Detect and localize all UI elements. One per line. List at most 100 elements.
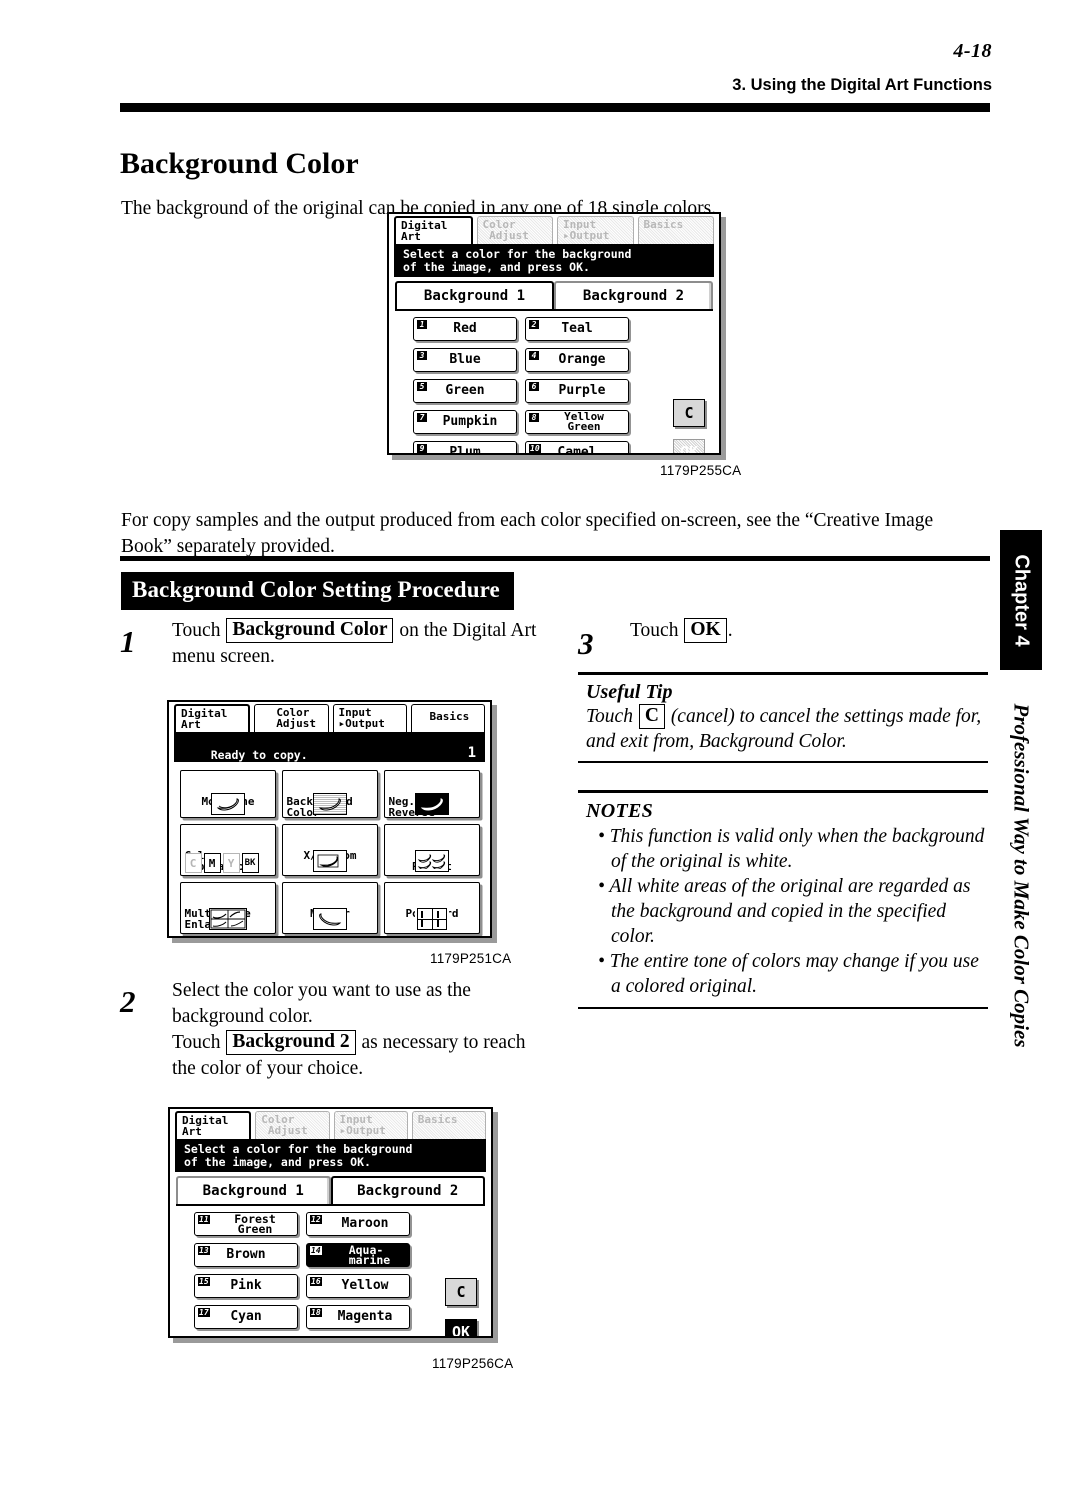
color-number-badge: 15 (198, 1277, 210, 1286)
color-button-purple[interactable]: 6 Purple (525, 379, 629, 403)
tab-color-adjust[interactable]: Color Adjust (254, 704, 329, 732)
color-number-badge: 1 (417, 320, 427, 329)
color-button-blue[interactable]: 3 Blue (413, 348, 517, 372)
page-title: Background Color (120, 147, 359, 181)
digital-art-menu-grid: Monotone Background Color Neg.↔Pos. Reve… (169, 762, 490, 936)
keycap-background-color[interactable]: Background Color (226, 618, 394, 643)
subtab-background-2[interactable]: Background 2 (554, 281, 713, 309)
color-button-maroon[interactable]: 12 Maroon (306, 1212, 410, 1236)
menu-button-neg-pos-reverse[interactable]: Neg.↔Pos. Reverse (383, 770, 480, 818)
subtab-background-2[interactable]: Background 2 (330, 1176, 485, 1204)
cancel-key[interactable]: C (673, 399, 705, 427)
tab-digital-art[interactable]: Digital Art (175, 1111, 252, 1139)
cancel-key[interactable]: C (445, 1278, 477, 1306)
tab-basics[interactable]: Basics (410, 704, 485, 732)
tab-color-adjust[interactable]: Color Adjust (255, 1111, 330, 1139)
tab-input-output[interactable]: Input ▸Output (332, 704, 407, 732)
step-2-body: Select the color you want to use as the … (172, 978, 545, 1082)
menu-button-color-separation[interactable]: Color Separation C M Y BK (179, 824, 276, 876)
tab-basics[interactable]: Basics (411, 1111, 486, 1139)
color-label: Green (445, 383, 485, 398)
menu-button-image-repeat[interactable]: Image Repeat (383, 824, 480, 876)
subtab-background-2-label: Background 2 (357, 1183, 459, 1199)
cancel-key-label: C (684, 404, 694, 422)
tab-input-output-label: Input ▸Output (338, 706, 385, 730)
color-button-columns: 1 Red 3 Blue 5 Green 7 Pumpkin 9 Plum 2 Teal 4… (401, 317, 707, 455)
step-1-body: Touch Background Color on the Digital Ar… (172, 618, 540, 670)
color-button-yellow-green[interactable]: 8 Yellow Green (525, 410, 629, 434)
tab-digital-art[interactable]: Digital Art (174, 704, 251, 732)
color-button-brown[interactable]: 13 Brown (194, 1243, 298, 1267)
copy-count: 1 (467, 744, 476, 761)
tab-digital-art-label: Digital Art (181, 707, 228, 731)
step-3-number: 3 (578, 626, 594, 661)
keycap-background-2[interactable]: Background 2 (226, 1030, 356, 1055)
color-button-pumpkin[interactable]: 7 Pumpkin (413, 410, 517, 434)
color-button-red[interactable]: 1 Red (413, 317, 517, 341)
menu-button-multi-page-enlargement[interactable]: Multi-Page Enlargemt (179, 882, 276, 934)
tip-rule-top (578, 672, 988, 675)
running-head: 3. Using the Digital Art Functions (732, 76, 992, 94)
tab-color-adjust-label: Color Adjust (482, 218, 529, 242)
menu-button-background-color[interactable]: Background Color (281, 770, 378, 818)
chapter-vertical-label: Professional Way to Make Color Copies (1009, 703, 1034, 1047)
color-button-pink[interactable]: 15 Pink (194, 1274, 298, 1298)
tab-color-adjust[interactable]: Color Adjust (476, 216, 553, 244)
color-column-left: 11 Forest Green 13 Brown 15 Pink 17 Cyan (194, 1212, 298, 1336)
color-button-plum[interactable]: 9 Plum (413, 441, 517, 453)
keycap-cancel[interactable]: C (638, 703, 665, 729)
menu-button-postcard[interactable]: Postcard (383, 882, 480, 934)
menu-button-monotone[interactable]: Monotone (179, 770, 276, 818)
color-button-forest-green[interactable]: 11 Forest Green (194, 1212, 298, 1236)
color-button-magenta[interactable]: 18 Magenta (306, 1305, 410, 1329)
color-number-badge: 16 (310, 1277, 322, 1286)
subtab-background-1[interactable]: Background 1 (395, 281, 554, 309)
subtab-background-1[interactable]: Background 1 (176, 1176, 331, 1204)
tab-input-output[interactable]: Input ▸Output (557, 216, 634, 244)
color-label: Purple (558, 383, 606, 398)
step-1-number: 1 (120, 624, 136, 659)
color-button-camel[interactable]: 10 Camel (525, 441, 629, 455)
ok-key-label: OK (451, 1323, 471, 1338)
figure-caption-background1: 1179P255CA (660, 463, 742, 478)
tab-input-output[interactable]: Input ▸Output (333, 1111, 408, 1139)
color-button-teal[interactable]: 2 Teal (525, 317, 629, 341)
panel-body: 1 Red 3 Blue 5 Green 7 Pumpkin 9 Plum 2 Teal 4… (395, 309, 713, 455)
panel-message-bar: Select a color for the background of the… (394, 244, 714, 277)
ok-key[interactable]: OK (673, 439, 705, 455)
subtab-background-1-label: Background 1 (202, 1183, 304, 1199)
postcard-grid (416, 908, 447, 930)
tab-digital-art[interactable]: Digital Art (394, 216, 473, 244)
cancel-key-label: C (456, 1283, 466, 1301)
menu-message-bar: Ready to copy. 1 (174, 732, 485, 762)
ok-key-label: OK (679, 443, 699, 455)
color-button-orange[interactable]: 4 Orange (525, 348, 629, 372)
keycap-ok[interactable]: OK (684, 618, 727, 643)
color-label: Camel (557, 445, 597, 455)
color-number-badge: 5 (417, 382, 427, 391)
notes-title: NOTES (586, 799, 654, 822)
cmyk-y: Y (222, 853, 240, 873)
color-label: Forest Green (234, 1212, 276, 1236)
ok-key[interactable]: OK (445, 1319, 477, 1338)
figure-digital-art-panel: Digital Art Color Adjust Input ▸Output B… (167, 700, 492, 938)
tab-basics[interactable]: Basics (637, 216, 714, 244)
banana-mirror-icon (312, 908, 347, 930)
color-button-yellow[interactable]: 16 Yellow (306, 1274, 410, 1298)
menu-button-xy-zoom[interactable]: X/Y Zoom (281, 824, 378, 876)
color-button-cyan[interactable]: 17 Cyan (194, 1305, 298, 1329)
panel-body: 11 Forest Green 13 Brown 15 Pink 17 Cyan 12 M… (176, 1204, 485, 1338)
chapter-tab: Chapter 4 (1000, 530, 1042, 670)
step-3-body: Touch OK. (630, 618, 988, 644)
menu-button-mirror-image[interactable]: Mirror Image (281, 882, 378, 934)
panel-tab-row: Digital Art Color Adjust Input ▸Output B… (389, 214, 719, 244)
color-number-badge: 9 (417, 444, 427, 453)
color-button-aquamarine[interactable]: 14 Aqua- marine (306, 1243, 410, 1267)
color-number-badge: 17 (198, 1308, 210, 1317)
color-button-green[interactable]: 5 Green (413, 379, 517, 403)
color-number-badge: 14 (310, 1246, 322, 1255)
figure-caption-background2: 1179P256CA (432, 1356, 514, 1371)
color-number-badge: 10 (529, 444, 541, 453)
section-heading: Background Color Setting Procedure (121, 572, 514, 610)
useful-tip-title: Useful Tip (586, 680, 673, 703)
